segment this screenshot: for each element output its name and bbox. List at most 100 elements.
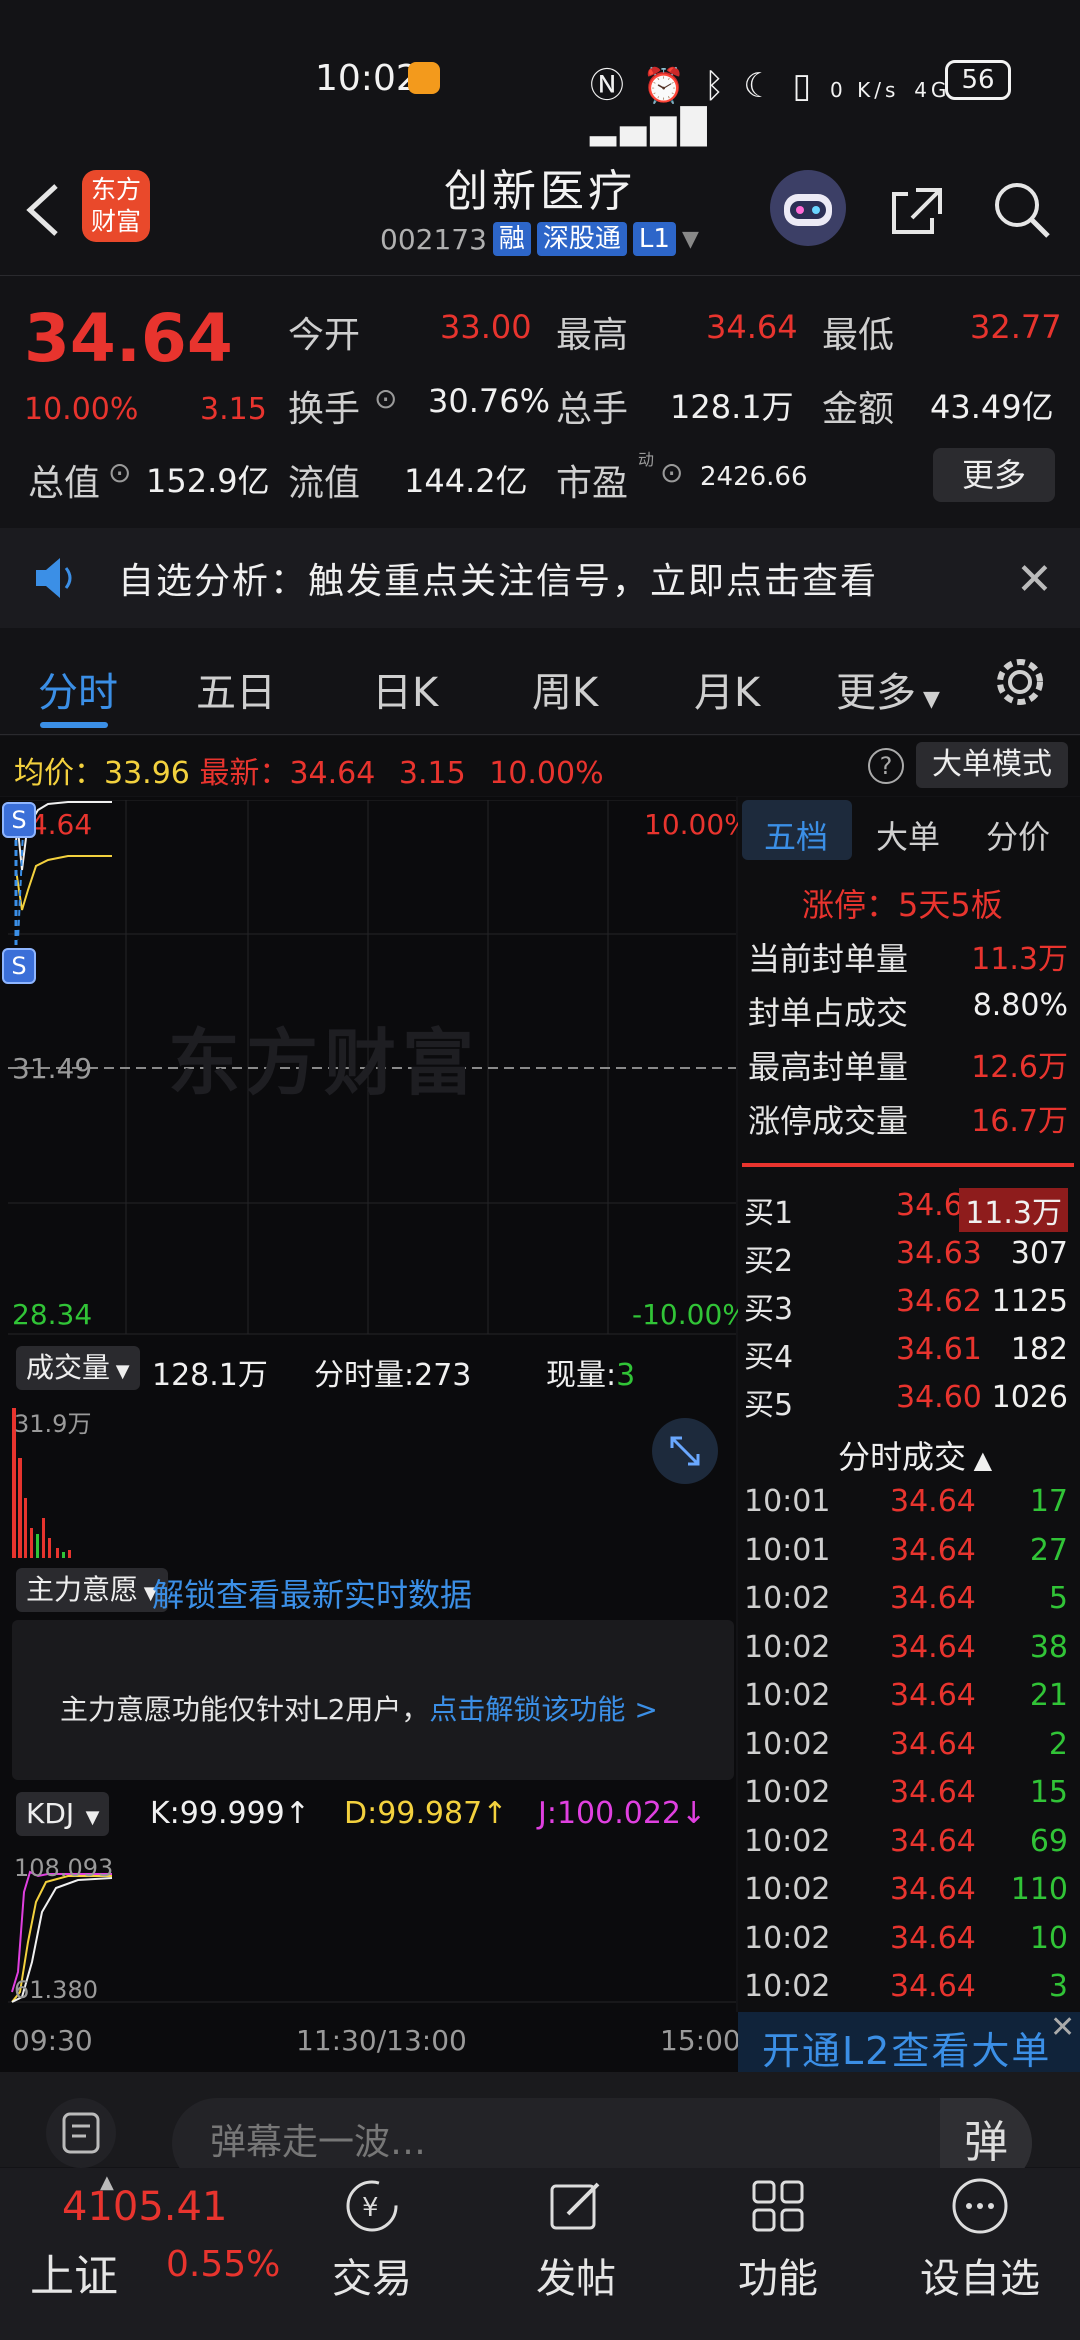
open-label: 今开 [288,315,361,356]
chart-info: 均价：33.96 最新：34.64 3.15 10.00% [14,756,604,791]
unlock-link[interactable]: 解锁查看最新实时数据 [152,1570,472,1616]
post-icon[interactable] [546,2176,606,2236]
amount-value: 43.49亿 [930,388,1054,426]
buy-level-label: 买5 [744,1388,794,1423]
tick-price: 34.64 [890,1532,976,1568]
more-button[interactable]: 更多 [933,448,1055,502]
kdj-top-label: 108.093 [14,1854,114,1882]
robot-assistant-icon[interactable] [770,170,846,246]
buy-level-price: 34.61 [896,1332,982,1367]
low-value: 32.77 [970,308,1062,346]
tick-volume: 5 [1048,1581,1068,1616]
help-icon[interactable]: ? [868,748,904,784]
buy-level-label: 买2 [744,1244,794,1279]
tab-fenshi[interactable]: 分时 [38,660,118,718]
notification-icon [408,62,440,94]
right-tab-big-order[interactable]: 大单 [876,812,940,858]
chevron-down-icon: ▼ [74,1807,100,1828]
tab-underline [40,722,108,728]
stock-code-row[interactable]: 002173 融 深股通 L1 ▼ [380,222,699,256]
svg-text:¥: ¥ [362,2193,379,2223]
tick-volume: 2 [1048,1726,1068,1762]
main-intent-select[interactable]: 主力意愿 ▼ [16,1568,168,1612]
right-tab-price-dist[interactable]: 分价 [986,812,1050,858]
turnover-label: 换手 [288,389,361,430]
tick-time: 10:02 [744,1775,831,1810]
volume-total: 128.1万 [152,1358,268,1393]
tick-volume: 21 [1029,1678,1068,1713]
nav-post[interactable]: 发帖 [506,2246,646,2304]
limit-row-value: 16.7万 [971,1104,1068,1139]
nav-trade[interactable]: 交易 [302,2246,442,2304]
search-icon[interactable] [990,178,1052,240]
more-dots-icon[interactable] [950,2176,1010,2236]
index-percent[interactable]: 0.55% [166,2244,280,2285]
battery-indicator: 56 [945,60,1011,100]
share-icon[interactable] [886,178,946,238]
current-volume: 现量:3 [546,1358,636,1393]
float-cap-label: 流值 [288,463,361,504]
signal-icon: ▂▄▆█ [590,107,711,147]
info-icon[interactable]: ⊙ [660,456,683,489]
amount-label: 金额 [822,389,895,430]
gear-icon[interactable] [990,652,1050,712]
limit-row-label: 最高封单量 [748,1048,909,1086]
l2-banner-text[interactable]: 开通L2查看大单 [762,2020,1051,2075]
tick-volume: 3 [1048,1969,1068,2004]
high-label: 最高 [556,315,629,356]
open-value: 33.00 [440,308,532,346]
trade-marker-bottom[interactable]: S [2,948,36,984]
tick-time: 10:01 [744,1484,831,1519]
grid-icon[interactable] [748,2176,808,2236]
close-icon[interactable]: ✕ [1050,2010,1075,2045]
info-icon[interactable]: ⊙ [374,382,397,415]
nav-function[interactable]: 功能 [708,2246,848,2304]
kdj-select[interactable]: KDJ ▼ [16,1792,110,1836]
status-time: 10:02 [315,58,419,99]
unlock-feature-link[interactable]: 点击解锁该功能 > [429,1693,657,1726]
tag-connect: 深股通 [536,222,627,256]
tick-time: 10:02 [744,1823,831,1859]
tick-time: 10:02 [744,1629,831,1665]
chevron-down-icon: ▼ [916,687,940,712]
tick-price: 34.64 [890,1872,976,1907]
tick-time: 10:02 [744,1872,831,1907]
right-tab-five-levels[interactable]: 五档 [764,812,828,858]
limit-row-label: 封单占成交 [748,994,909,1032]
alarm-icon: ⏰ [642,66,690,106]
tab-five-day[interactable]: 五日 [196,660,276,718]
tab-more[interactable]: 更多 ▼ [836,660,940,718]
tick-price: 34.64 [890,1484,976,1519]
tick-volume: 110 [1010,1872,1068,1907]
change-percent: 10.00% [24,392,139,427]
tab-month-k[interactable]: 月K [694,660,760,718]
tab-day-k[interactable]: 日K [372,660,438,718]
trade-marker-top[interactable]: S [2,802,36,838]
index-name[interactable]: 上证 [30,2240,118,2304]
tick-volume: 10 [1029,1920,1068,1956]
big-order-mode-button[interactable]: 大单模式 [916,742,1068,788]
volume-select[interactable]: 成交量 ▼ [16,1346,140,1390]
tick-time: 10:02 [744,1678,831,1713]
buy-level-price: 34.60 [896,1380,982,1415]
limit-row-value: 12.6万 [971,1050,1068,1085]
nav-add-watchlist[interactable]: 设自选 [910,2246,1050,2304]
trade-icon[interactable]: ¥ [342,2176,402,2236]
volume-chart[interactable] [8,1398,736,1558]
ticks-title[interactable]: 分时成交 ▲ [838,1432,992,1478]
tab-week-k[interactable]: 周K [532,660,598,718]
kdj-chart[interactable] [8,1852,736,2012]
expand-icon[interactable] [652,1418,718,1484]
tick-time: 10:02 [744,1920,831,1956]
notice-text[interactable]: 自选分析：触发重点关注信号，立即点击查看 [118,552,878,604]
float-cap-value: 144.2亿 [404,462,528,500]
close-icon[interactable]: ✕ [1016,554,1053,605]
tick-time: 10:02 [744,1581,831,1616]
last-price: 34.64 [24,300,233,377]
comment-icon[interactable] [46,2098,116,2168]
index-value[interactable]: 4105.41 [62,2184,227,2230]
info-icon[interactable]: ⊙ [108,456,131,489]
tag-level: L1 [632,222,676,256]
pe-label: 市盈 [556,463,629,504]
volume-max-label: 31.9万 [14,1410,92,1438]
